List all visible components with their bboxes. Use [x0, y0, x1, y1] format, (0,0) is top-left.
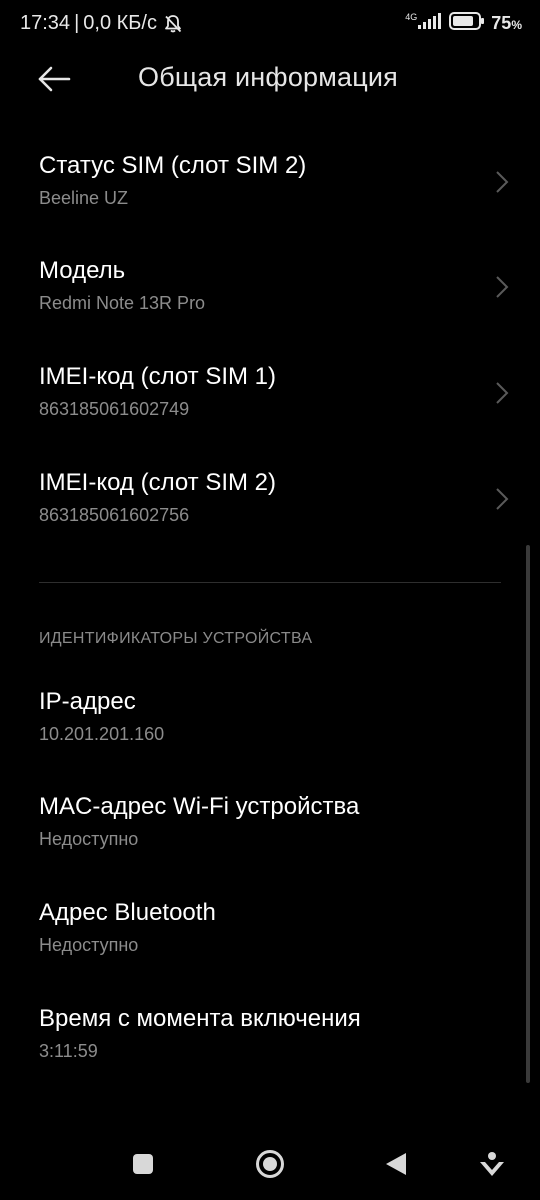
item-title: IMEI-код (слот SIM 2) — [39, 469, 277, 496]
item-subtitle: 863185061602749 — [39, 399, 190, 419]
chevron-right-icon — [495, 381, 509, 405]
list-item-bluetooth-address[interactable]: Адрес Bluetooth Недоступно — [39, 899, 509, 956]
list-item-sim-status[interactable]: Статус SIM (слот SIM 2) Beeline UZ — [39, 152, 509, 209]
arrow-left-icon[interactable] — [36, 64, 72, 94]
item-subtitle: 3:11:59 — [39, 1041, 98, 1061]
divider — [39, 582, 501, 583]
net-speed: 0,0 КБ/с — [83, 12, 157, 34]
chevron-right-icon — [495, 170, 509, 194]
item-title: Адрес Bluetooth — [39, 899, 216, 926]
item-subtitle: Redmi Note 13R Pro — [39, 293, 206, 313]
item-subtitle: 863185061602756 — [39, 505, 190, 525]
network-type: 4G — [405, 12, 418, 22]
list-item-model[interactable]: Модель Redmi Note 13R Pro — [39, 257, 509, 314]
assistant-icon[interactable] — [478, 1150, 506, 1183]
item-title: Время с момента включения — [39, 1005, 361, 1032]
back-triangle-icon[interactable] — [384, 1151, 408, 1182]
chevron-right-icon — [495, 275, 509, 299]
status-right: 4G 75% — [405, 12, 522, 35]
section-header: ИДЕНТИФИКАТОРЫ УСТРОЙСТВА — [39, 630, 313, 647]
item-title: IMEI-код (слот SIM 1) — [39, 363, 277, 390]
item-subtitle: 10.201.201.160 — [39, 724, 165, 744]
item-subtitle: Недоступно — [39, 829, 139, 849]
item-subtitle: Beeline UZ — [39, 188, 129, 208]
signal-icon — [417, 12, 443, 35]
page-title: Общая информация — [138, 62, 399, 92]
status-separator: | — [74, 12, 80, 34]
list-item-imei-sim2[interactable]: IMEI-код (слот SIM 2) 863185061602756 — [39, 469, 509, 526]
item-title: Статус SIM (слот SIM 2) — [39, 152, 307, 179]
home-circle-icon[interactable] — [255, 1149, 285, 1184]
status-time: 17:34 — [20, 12, 71, 34]
chevron-right-icon — [495, 487, 509, 511]
battery-percent: 75% — [491, 13, 522, 34]
recents-square-icon[interactable] — [132, 1153, 154, 1180]
nav-bar — [0, 1130, 540, 1200]
battery-percent-symbol: % — [511, 18, 522, 32]
list-item-mac-address[interactable]: MAC-адрес Wi-Fi устройства Недоступно — [39, 793, 509, 850]
item-title: Модель — [39, 257, 126, 284]
scrollbar[interactable] — [526, 545, 530, 1083]
bell-off-icon — [163, 14, 183, 34]
item-title: MAC-адрес Wi-Fi устройства — [39, 793, 360, 820]
status-left: 17:34 | 0,0 КБ/с — [20, 12, 183, 35]
list-item-ip-address[interactable]: IP-адрес 10.201.201.160 — [39, 688, 509, 745]
battery-level: 75 — [491, 13, 512, 33]
list-item-uptime[interactable]: Время с момента включения 3:11:59 — [39, 1005, 509, 1062]
item-title: IP-адрес — [39, 688, 136, 715]
battery-icon — [449, 12, 485, 35]
list-item-imei-sim1[interactable]: IMEI-код (слот SIM 1) 863185061602749 — [39, 363, 509, 420]
item-subtitle: Недоступно — [39, 935, 139, 955]
status-bar: 17:34 | 0,0 КБ/с 4G 75% — [0, 0, 540, 50]
app-bar: Общая информация — [0, 50, 540, 110]
